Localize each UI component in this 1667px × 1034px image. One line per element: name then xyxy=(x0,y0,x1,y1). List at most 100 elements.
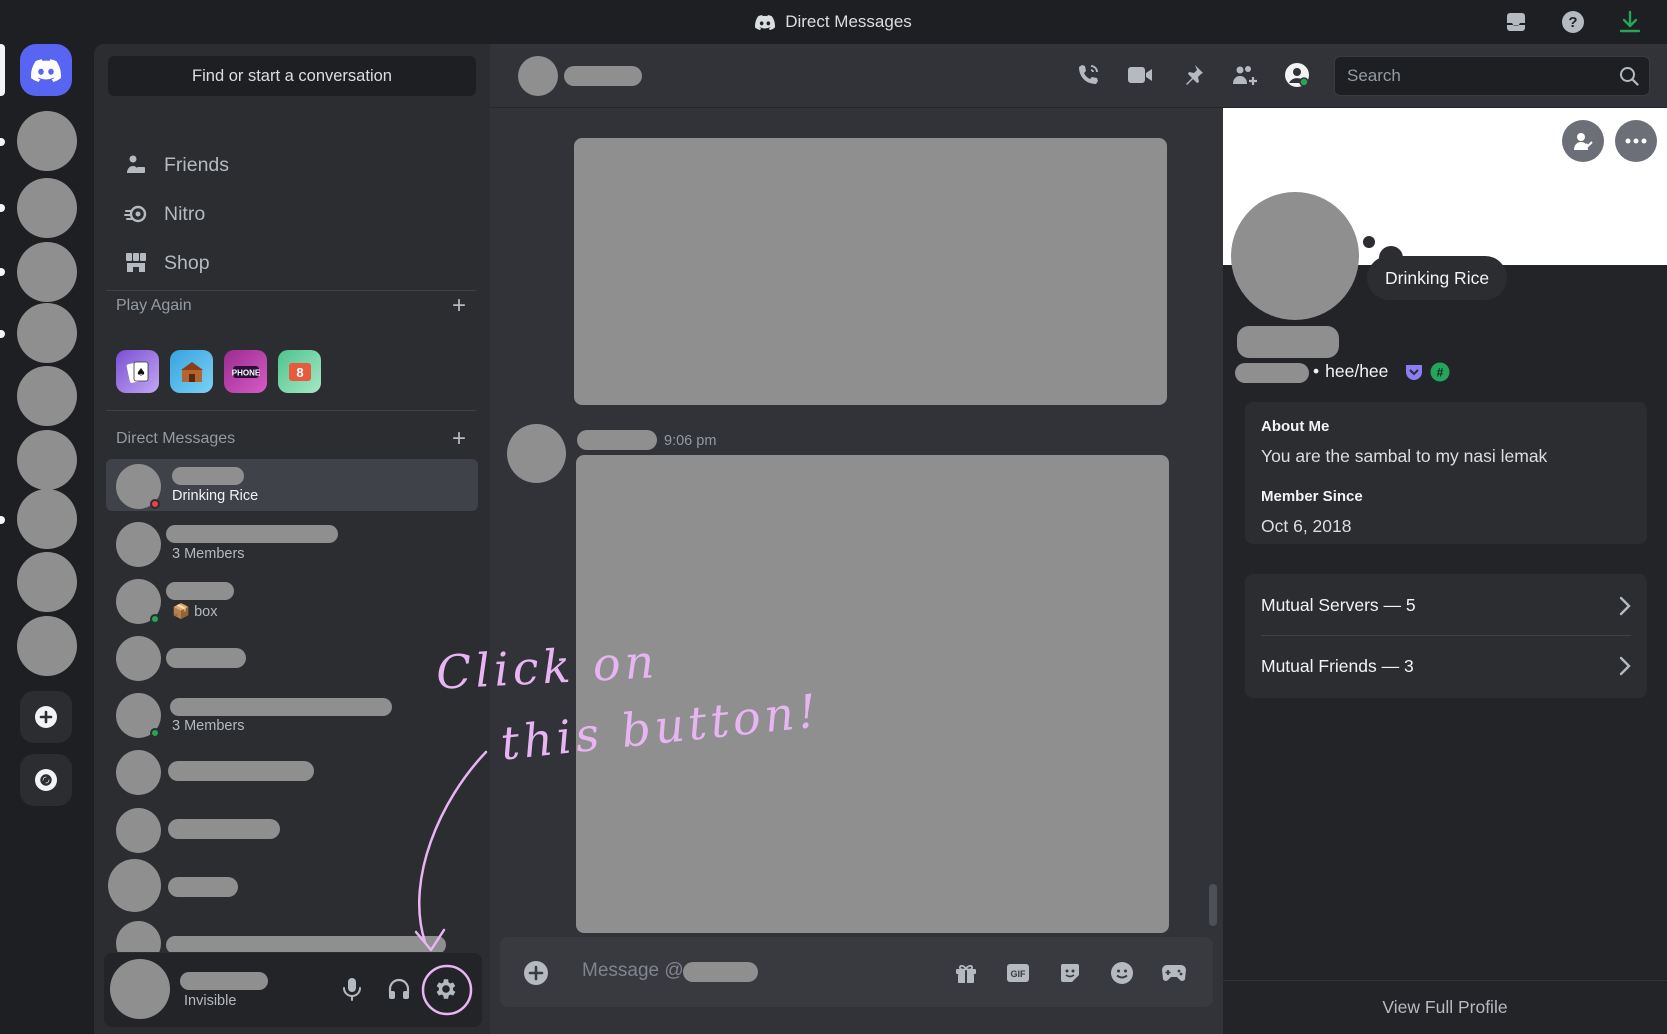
svg-text:GIF: GIF xyxy=(1011,969,1027,979)
redacted-name xyxy=(172,467,244,485)
status-dot xyxy=(150,728,160,738)
server-icon[interactable] xyxy=(17,111,77,171)
redacted-display-name xyxy=(1237,326,1339,358)
direct-messages-heading: Direct Messages xyxy=(116,430,236,447)
find-conversation-button[interactable]: Find or start a conversation xyxy=(108,56,476,96)
nav-nitro[interactable]: Nitro xyxy=(108,191,476,237)
unread-indicator xyxy=(0,138,5,146)
divider xyxy=(106,290,476,291)
gift-icon[interactable] xyxy=(951,958,981,988)
video-call-icon[interactable] xyxy=(1125,60,1155,90)
user-status-text: Invisible xyxy=(184,993,237,1009)
add-friend-icon[interactable] xyxy=(1562,120,1604,162)
activity-icon[interactable] xyxy=(1159,958,1189,988)
dm-list-item[interactable] xyxy=(106,916,478,952)
add-friends-icon[interactable] xyxy=(1230,60,1260,90)
pronouns: hee/hee xyxy=(1325,361,1389,381)
avatar xyxy=(518,56,558,96)
dm-list-item[interactable]: 3 Members xyxy=(106,688,478,740)
nav-label: Friends xyxy=(164,153,230,176)
server-icon[interactable] xyxy=(17,489,77,549)
search-placeholder: Search xyxy=(1347,66,1401,85)
unread-indicator xyxy=(0,330,5,338)
message-input[interactable]: Message @ xyxy=(582,960,684,982)
download-icon[interactable] xyxy=(1617,9,1643,35)
more-options-icon[interactable] xyxy=(1615,120,1657,162)
dm-list-item[interactable]: 📦 box xyxy=(106,574,478,626)
search-input[interactable]: Search xyxy=(1334,56,1650,96)
nav-friends[interactable]: Friends xyxy=(108,142,476,188)
message-placeholder: Message @ xyxy=(582,960,684,981)
upload-plus-icon[interactable] xyxy=(521,958,551,988)
direct-messages-home-button[interactable] xyxy=(20,44,72,96)
dm-subtitle: 3 Members xyxy=(172,718,245,734)
chevron-right-icon xyxy=(1619,656,1631,676)
redacted-name xyxy=(166,582,234,600)
redacted-name xyxy=(168,877,238,897)
help-icon[interactable]: ? xyxy=(1560,9,1586,35)
voice-call-icon[interactable] xyxy=(1073,60,1103,90)
custom-status-bubble: Drinking Rice xyxy=(1367,256,1508,300)
add-server-button[interactable] xyxy=(20,691,72,743)
play-again-add-button[interactable]: + xyxy=(452,292,466,320)
pinned-icon[interactable] xyxy=(1178,60,1208,90)
scrollbar-thumb[interactable] xyxy=(1209,884,1217,926)
view-full-profile-button[interactable]: View Full Profile xyxy=(1223,980,1667,1034)
avatar[interactable] xyxy=(507,424,566,483)
dm-list-item[interactable] xyxy=(106,745,478,797)
server-icon[interactable] xyxy=(17,303,77,363)
card-game-icon[interactable]: ♠ xyxy=(116,350,159,393)
nav-label: Nitro xyxy=(164,202,206,225)
chevron-right-icon xyxy=(1619,596,1631,616)
avatar[interactable] xyxy=(110,959,170,1019)
dm-list-item[interactable] xyxy=(106,631,478,683)
dm-list-item[interactable]: Drinking Rice xyxy=(106,459,478,511)
server-icon[interactable] xyxy=(17,430,77,490)
redacted-name xyxy=(168,761,314,781)
emoji-icon[interactable] xyxy=(1107,958,1137,988)
nav-shop[interactable]: Shop xyxy=(108,240,476,286)
server-icon[interactable] xyxy=(17,366,77,426)
server-icon[interactable] xyxy=(17,552,77,612)
user-profile-icon[interactable] xyxy=(1282,60,1312,90)
gif-icon[interactable]: GIF xyxy=(1003,958,1033,988)
farm-game-icon[interactable] xyxy=(170,350,213,393)
message-image-attachment[interactable] xyxy=(574,138,1167,405)
svg-text:?: ? xyxy=(1568,14,1577,31)
mutual-friends-row[interactable]: Mutual Friends — 3 xyxy=(1261,636,1631,696)
svg-text:♠: ♠ xyxy=(136,366,146,379)
direct-messages-header: Direct Messages + xyxy=(116,425,466,453)
sticker-icon[interactable] xyxy=(1055,958,1085,988)
server-icon[interactable] xyxy=(17,616,77,676)
dm-list-item[interactable]: 3 Members xyxy=(106,517,478,569)
redacted-name xyxy=(170,698,392,716)
microphone-icon[interactable] xyxy=(334,971,370,1007)
create-dm-button[interactable]: + xyxy=(452,425,466,453)
avatar xyxy=(116,522,161,567)
discord-logo-icon xyxy=(755,14,776,30)
dm-list-item[interactable] xyxy=(106,859,478,912)
svg-text:8: 8 xyxy=(296,365,303,380)
profile-avatar[interactable] xyxy=(1231,192,1359,320)
server-icon[interactable] xyxy=(17,242,77,302)
settings-gear-icon[interactable] xyxy=(428,971,464,1007)
hashtag-badge-icon: # xyxy=(1430,362,1450,382)
server-icon[interactable] xyxy=(17,178,77,238)
profile-panel: Drinking Rice • hee/hee # About Me You a… xyxy=(1223,108,1667,1034)
about-me-text: You are the sambal to my nasi lemak xyxy=(1261,446,1548,466)
number-game-icon[interactable]: 8 xyxy=(278,350,321,393)
redacted-name xyxy=(166,648,246,668)
phone-game-icon[interactable]: PHONE xyxy=(224,350,267,393)
message-image-attachment[interactable] xyxy=(576,455,1169,933)
shop-icon xyxy=(124,251,148,275)
headphones-icon[interactable] xyxy=(381,971,417,1007)
mutual-servers-row[interactable]: Mutual Servers — 5 xyxy=(1261,576,1631,636)
status-bubble-dot xyxy=(1363,236,1375,248)
message-composer: Message @ GIF xyxy=(500,937,1213,1007)
dm-list-item[interactable] xyxy=(106,803,478,855)
inbox-icon[interactable] xyxy=(1503,9,1529,35)
member-since-date: Oct 6, 2018 xyxy=(1261,516,1352,536)
dm-subtitle: 3 Members xyxy=(172,546,245,562)
discover-button[interactable] xyxy=(20,754,72,806)
redacted-name xyxy=(166,525,338,543)
